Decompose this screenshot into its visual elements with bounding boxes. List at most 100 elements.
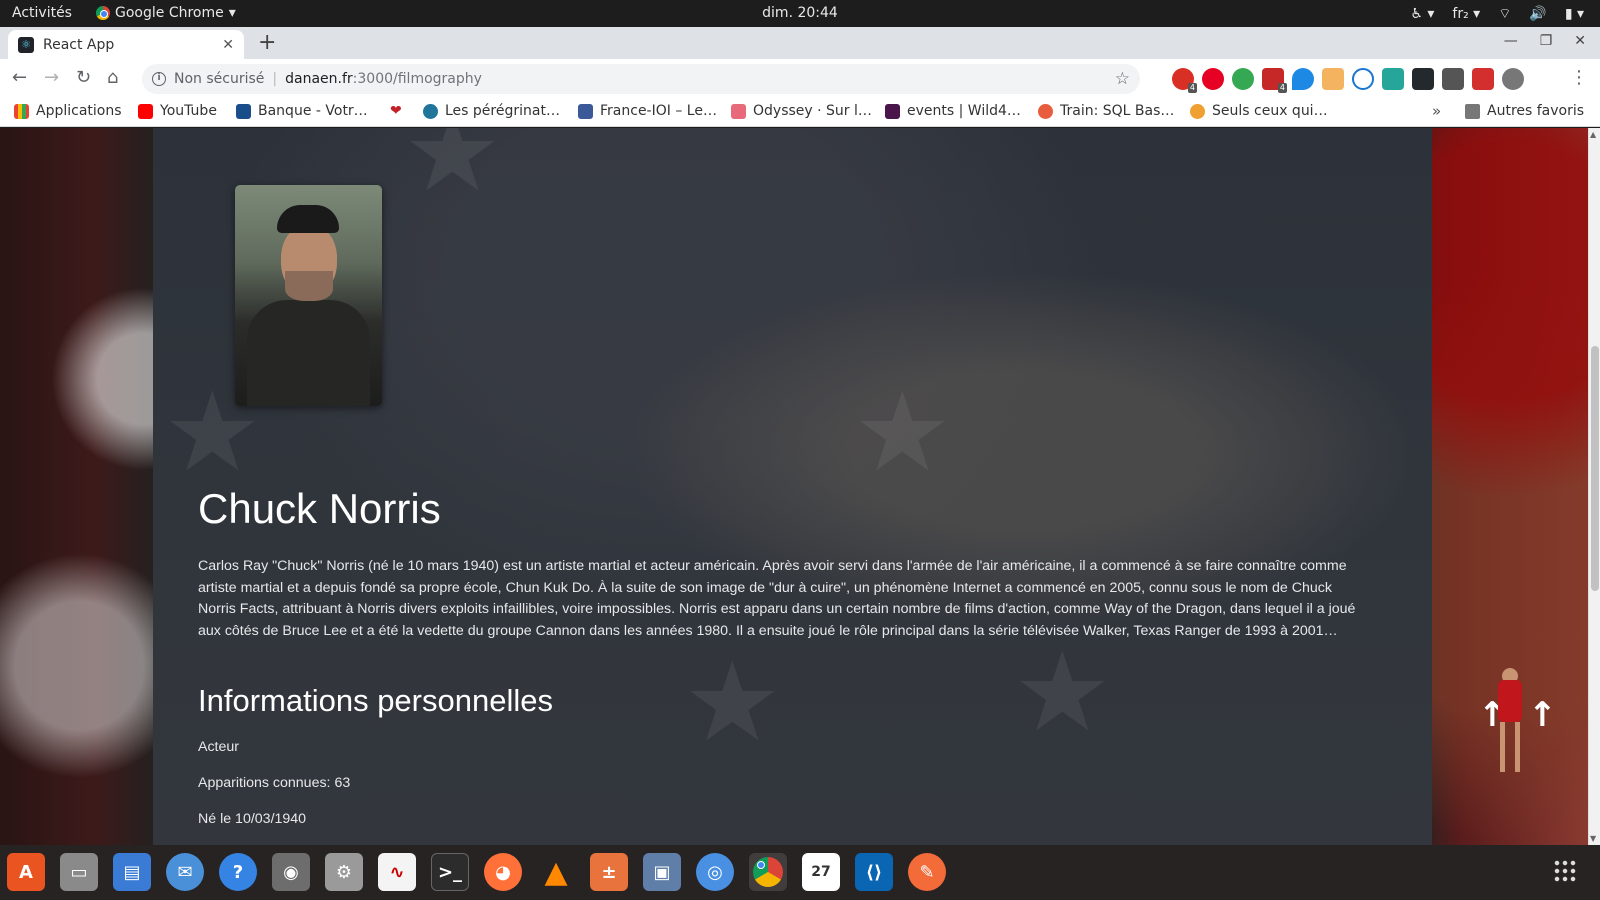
- battery-icon[interactable]: ▮ ▾: [1565, 6, 1584, 22]
- terminal-icon[interactable]: >_: [431, 853, 469, 891]
- extension-grid-icon[interactable]: [1322, 68, 1344, 90]
- wordpress-icon: [423, 103, 438, 119]
- minimize-icon[interactable]: —: [1504, 33, 1518, 49]
- accessibility-icon[interactable]: ♿ ▾: [1410, 6, 1434, 22]
- security-label: Non sécurisé: [174, 71, 265, 87]
- odyssey-icon: [731, 103, 746, 119]
- bookmark-label: Autres favoris: [1487, 103, 1585, 119]
- extension-red-icon[interactable]: [1472, 68, 1494, 90]
- help-icon[interactable]: ?: [219, 853, 257, 891]
- firefox-icon[interactable]: ◕: [484, 853, 522, 891]
- vlc-icon[interactable]: ▲: [537, 853, 575, 891]
- writer-icon[interactable]: ▤: [113, 853, 151, 891]
- address-bar[interactable]: i Non sécurisé | danaen.fr :3000/filmogr…: [142, 64, 1140, 94]
- figure-body: [1498, 680, 1522, 722]
- bookmark-label: events | Wild4…: [907, 103, 1021, 119]
- extension-adblock-icon[interactable]: 4: [1172, 68, 1197, 93]
- new-tab-button[interactable]: +: [258, 30, 276, 55]
- chrome-dock-icon[interactable]: [749, 853, 787, 891]
- chromium-icon[interactable]: ◎: [696, 853, 734, 891]
- page-scrollbar[interactable]: ▲ ▼: [1588, 128, 1600, 845]
- extension-badge: 4: [1277, 83, 1287, 93]
- bookmark-label: Applications: [36, 103, 122, 119]
- tab-title: React App: [43, 36, 115, 53]
- extension-globe-icon[interactable]: [1232, 68, 1254, 90]
- github-icon[interactable]: [1412, 68, 1434, 90]
- bookmarks-overflow-button[interactable]: »: [1432, 102, 1441, 120]
- bookmark-train-sql[interactable]: Train: SQL Bas…: [1038, 103, 1174, 119]
- train-icon: [1038, 103, 1053, 119]
- close-tab-icon[interactable]: ✕: [222, 37, 234, 53]
- volume-icon[interactable]: 🔊: [1529, 6, 1546, 22]
- bookmark-peregrinations[interactable]: Les pérégrinat…: [423, 103, 560, 119]
- bookmark-france-ioi[interactable]: France-IOI – Le…: [578, 103, 717, 119]
- forward-icon[interactable]: →: [44, 67, 59, 88]
- info-icon[interactable]: i: [152, 72, 166, 86]
- pdf-reader-icon[interactable]: ∿: [378, 853, 416, 891]
- moon-icon[interactable]: [1352, 68, 1374, 90]
- camera-icon[interactable]: ◉: [272, 853, 310, 891]
- tab-react-app[interactable]: ⚛ React App ✕: [8, 30, 244, 59]
- bookmark-heart[interactable]: ❤: [390, 103, 402, 119]
- pinterest-icon[interactable]: [1202, 68, 1224, 90]
- bookmark-other-favorites[interactable]: Autres favoris: [1465, 103, 1584, 119]
- postman-icon[interactable]: ✎: [908, 853, 946, 891]
- scroll-to-top-button[interactable]: ↑ ↑: [1466, 668, 1557, 788]
- activities-button[interactable]: Activités: [12, 5, 72, 21]
- image-viewer-icon[interactable]: ▣: [643, 853, 681, 891]
- software-center-icon[interactable]: A: [7, 853, 45, 891]
- bookmark-applications[interactable]: Applications: [14, 103, 122, 119]
- omnibox-separator: |: [272, 71, 278, 87]
- bookmark-events[interactable]: events | Wild4…: [885, 103, 1021, 119]
- bookmark-youtube[interactable]: YouTube: [138, 103, 217, 119]
- bookmark-seuls-ceux[interactable]: Seuls ceux qui…: [1190, 103, 1328, 119]
- actor-appearances: Apparitions connues: 63: [198, 775, 351, 791]
- folder-icon: [1465, 103, 1480, 119]
- calendar-icon[interactable]: 27: [802, 853, 840, 891]
- back-icon[interactable]: ←: [12, 67, 27, 88]
- bookmark-odyssey[interactable]: Odyssey · Sur l…: [731, 103, 872, 119]
- close-window-icon[interactable]: ✕: [1574, 33, 1586, 49]
- restore-icon[interactable]: ❐: [1540, 33, 1553, 49]
- keyboard-layout[interactable]: fr₂ ▾: [1452, 6, 1480, 22]
- url-path: :3000/filmography: [352, 71, 482, 87]
- wifi-icon[interactable]: ⌔: [1498, 5, 1511, 23]
- reload-icon[interactable]: ↻: [76, 67, 91, 88]
- background-star-icon: ★: [683, 641, 782, 764]
- files-icon[interactable]: ▭: [60, 853, 98, 891]
- heart-icon: ❤: [390, 103, 402, 119]
- scroll-up-arrow-icon[interactable]: ▲: [1590, 130, 1596, 139]
- scrollbar-thumb[interactable]: [1591, 346, 1599, 591]
- youtube-icon: [138, 103, 153, 119]
- clock[interactable]: dim. 20:44: [762, 5, 838, 21]
- personal-info-heading: Informations personnelles: [198, 683, 553, 718]
- bookmark-label: France-IOI – Le…: [600, 103, 717, 119]
- content-panel: ★ ★ ★ ★ ★ Chuck Norris Carlos Ray "Chuck…: [153, 128, 1432, 845]
- actor-biography: Carlos Ray "Chuck" Norris (né le 10 mars…: [198, 558, 1356, 640]
- actor-role: Acteur: [198, 739, 240, 755]
- slack-icon: [885, 103, 900, 119]
- keyboard-layout-label: fr₂: [1452, 6, 1469, 22]
- show-applications-icon[interactable]: [1553, 859, 1577, 883]
- portrait-cap: [277, 205, 339, 233]
- settings-icon[interactable]: ⚙: [325, 853, 363, 891]
- drop-icon[interactable]: [1292, 68, 1314, 90]
- scroll-down-arrow-icon[interactable]: ▼: [1590, 834, 1596, 843]
- app-menu-label: Google Chrome: [115, 5, 224, 21]
- figure-legs: [1500, 722, 1520, 772]
- bookmark-star-icon[interactable]: ☆: [1115, 69, 1130, 89]
- extension-s-icon[interactable]: [1382, 68, 1404, 90]
- bookmark-banque[interactable]: Banque - Votr…: [236, 103, 368, 119]
- calculator-icon[interactable]: ±: [590, 853, 628, 891]
- extension-shield-icon[interactable]: [1442, 68, 1464, 90]
- app-menu[interactable]: Google Chrome ▾: [96, 5, 236, 21]
- background-star-icon: ★: [403, 128, 502, 214]
- bookmark-label: Seuls ceux qui…: [1212, 103, 1328, 119]
- vscode-icon[interactable]: ⟨⟩: [855, 853, 893, 891]
- home-icon[interactable]: ⌂: [107, 67, 118, 88]
- profile-avatar[interactable]: [1502, 68, 1524, 90]
- chrome-menu-icon[interactable]: ⋮: [1570, 67, 1588, 88]
- bookmark-label: Les pérégrinat…: [445, 103, 560, 119]
- adblock-plus-icon[interactable]: 4: [1262, 68, 1287, 93]
- thunderbird-icon[interactable]: ✉: [166, 853, 204, 891]
